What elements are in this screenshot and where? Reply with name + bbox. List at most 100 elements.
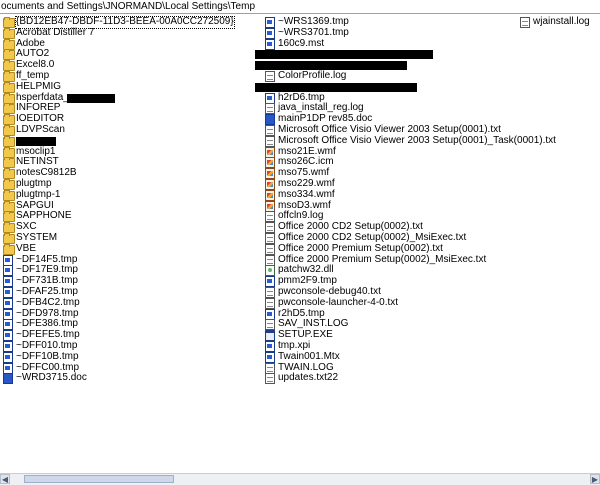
item-label: Office 2000 Premium Setup(0002).txt <box>278 242 443 254</box>
word-doc-icon <box>265 114 275 126</box>
item-label: updates.txt22 <box>278 372 339 384</box>
file-item[interactable]: Office 2000 Premium Setup(0002).txt <box>265 242 520 255</box>
text-file-icon <box>265 124 275 136</box>
item-label: plugtmp-1 <box>16 188 61 200</box>
text-file-icon <box>520 17 530 28</box>
image-file-icon <box>265 178 275 190</box>
text-file-icon <box>265 103 275 115</box>
folder-icon <box>3 157 15 169</box>
item-label: Acrobat Distiller 7 <box>16 26 95 38</box>
text-file-icon <box>265 211 275 223</box>
folder-icon <box>3 81 15 93</box>
folder-item[interactable]: plugtmp-1 <box>3 188 253 201</box>
file-item[interactable]: pwconsole-launcher-4-0.txt <box>265 296 520 309</box>
file-item[interactable]: ~DFF10B.tmp <box>3 351 253 363</box>
file-item[interactable]: Twain001.Mtx <box>265 350 520 363</box>
text-file-icon <box>265 286 275 298</box>
redaction-block <box>16 136 56 146</box>
folder-icon <box>3 17 15 28</box>
file-icon <box>265 276 275 288</box>
item-label: Microsoft Office Visio Viewer 2003 Setup… <box>278 134 556 146</box>
file-item[interactable]: updates.txt22 <box>265 372 520 385</box>
address-bar[interactable]: ocuments and Settings\JNORMAND\Local Set… <box>0 0 600 14</box>
item-label: Twain001.Mtx <box>278 350 340 362</box>
scroll-right-arrow[interactable]: ▶ <box>590 474 600 484</box>
text-file-icon <box>265 254 275 266</box>
exe-file-icon <box>265 330 275 342</box>
text-file-icon <box>265 362 275 374</box>
folder-item[interactable]: Acrobat Distiller 7 <box>3 26 253 39</box>
text-file-icon <box>265 135 275 147</box>
folder-item[interactable]: HELPMIG <box>3 80 253 93</box>
folder-icon <box>3 189 15 201</box>
file-icon <box>265 351 275 363</box>
dll-file-icon <box>265 265 275 277</box>
folder-icon <box>3 211 15 223</box>
file-icon <box>3 319 13 331</box>
folder-icon <box>3 200 15 212</box>
file-icon <box>265 308 275 320</box>
item-label: ~DFB4C2.tmp <box>16 296 80 308</box>
folder-icon <box>3 49 15 61</box>
folder-icon <box>3 222 15 234</box>
folder-icon <box>3 103 15 115</box>
folder-item[interactable]: VBE <box>3 243 253 255</box>
file-column-2: ~WRS1369.tmp ~WRS3701.tmp 160c9.mst ColorPr… <box>255 16 556 385</box>
file-item[interactable]: ~WRS3701.tmp <box>265 26 520 39</box>
file-icon <box>3 286 13 298</box>
image-file-icon <box>265 146 275 158</box>
item-label: wjainstall.log <box>533 16 590 27</box>
file-icon <box>265 340 275 352</box>
folder-item[interactable]: LDVPScan <box>3 123 253 136</box>
text-file-icon <box>265 319 275 331</box>
file-item[interactable]: Microsoft Office Visio Viewer 2003 Setup… <box>265 135 556 147</box>
file-icon <box>3 297 13 309</box>
word-doc-icon <box>3 373 13 385</box>
folder-item[interactable]: SYSTEM <box>3 232 253 244</box>
folder-icon <box>3 27 15 39</box>
item-label: pwconsole-launcher-4-0.txt <box>278 296 399 308</box>
image-file-icon <box>265 168 275 180</box>
scroll-thumb[interactable] <box>24 475 174 483</box>
folder-icon <box>3 243 15 255</box>
folder-item[interactable] <box>3 135 253 147</box>
file-item[interactable]: wjainstall.log <box>520 16 600 28</box>
folder-icon <box>3 70 15 82</box>
item-label: LDVPScan <box>16 123 65 135</box>
redaction-block <box>67 93 115 103</box>
item-label: ColorProfile.log <box>278 69 347 81</box>
file-icon <box>3 340 13 352</box>
horizontal-scrollbar[interactable]: ◀ ▶ <box>0 473 600 485</box>
folder-icon <box>3 178 15 190</box>
image-file-icon <box>265 157 275 169</box>
file-item[interactable]: ~DFB4C2.tmp <box>3 296 253 309</box>
redaction-block <box>255 82 417 92</box>
file-icon <box>3 265 13 277</box>
file-item[interactable]: ~WRD3715.doc <box>3 372 253 385</box>
image-file-icon <box>265 189 275 201</box>
folder-icon <box>3 146 15 158</box>
item-label: ~WRD3715.doc <box>16 372 87 384</box>
image-file-icon <box>265 200 275 212</box>
file-item[interactable]: 160c9.mst <box>265 38 520 50</box>
redaction-block <box>255 61 407 71</box>
file-icon <box>3 362 13 374</box>
file-icon <box>265 92 275 104</box>
file-icon <box>3 254 13 266</box>
folder-item[interactable]: SAPPHONE <box>3 211 253 223</box>
scroll-left-arrow[interactable]: ◀ <box>0 474 10 484</box>
folder-icon <box>3 92 15 104</box>
text-file-icon <box>265 373 275 385</box>
item-label: HELPMIG <box>16 80 62 92</box>
address-path: ocuments and Settings\JNORMAND\Local Set… <box>1 1 255 12</box>
file-item[interactable] <box>255 49 520 60</box>
file-icon <box>265 17 275 28</box>
text-file-icon <box>265 297 275 309</box>
item-label: ~WRS3701.tmp <box>278 26 349 38</box>
folder-icon <box>3 168 15 180</box>
file-icon <box>265 38 275 50</box>
file-item[interactable] <box>255 82 520 93</box>
file-item[interactable]: mso334.wmf <box>265 189 520 201</box>
file-item[interactable]: ColorProfile.log <box>265 69 520 82</box>
file-icon <box>265 27 275 39</box>
